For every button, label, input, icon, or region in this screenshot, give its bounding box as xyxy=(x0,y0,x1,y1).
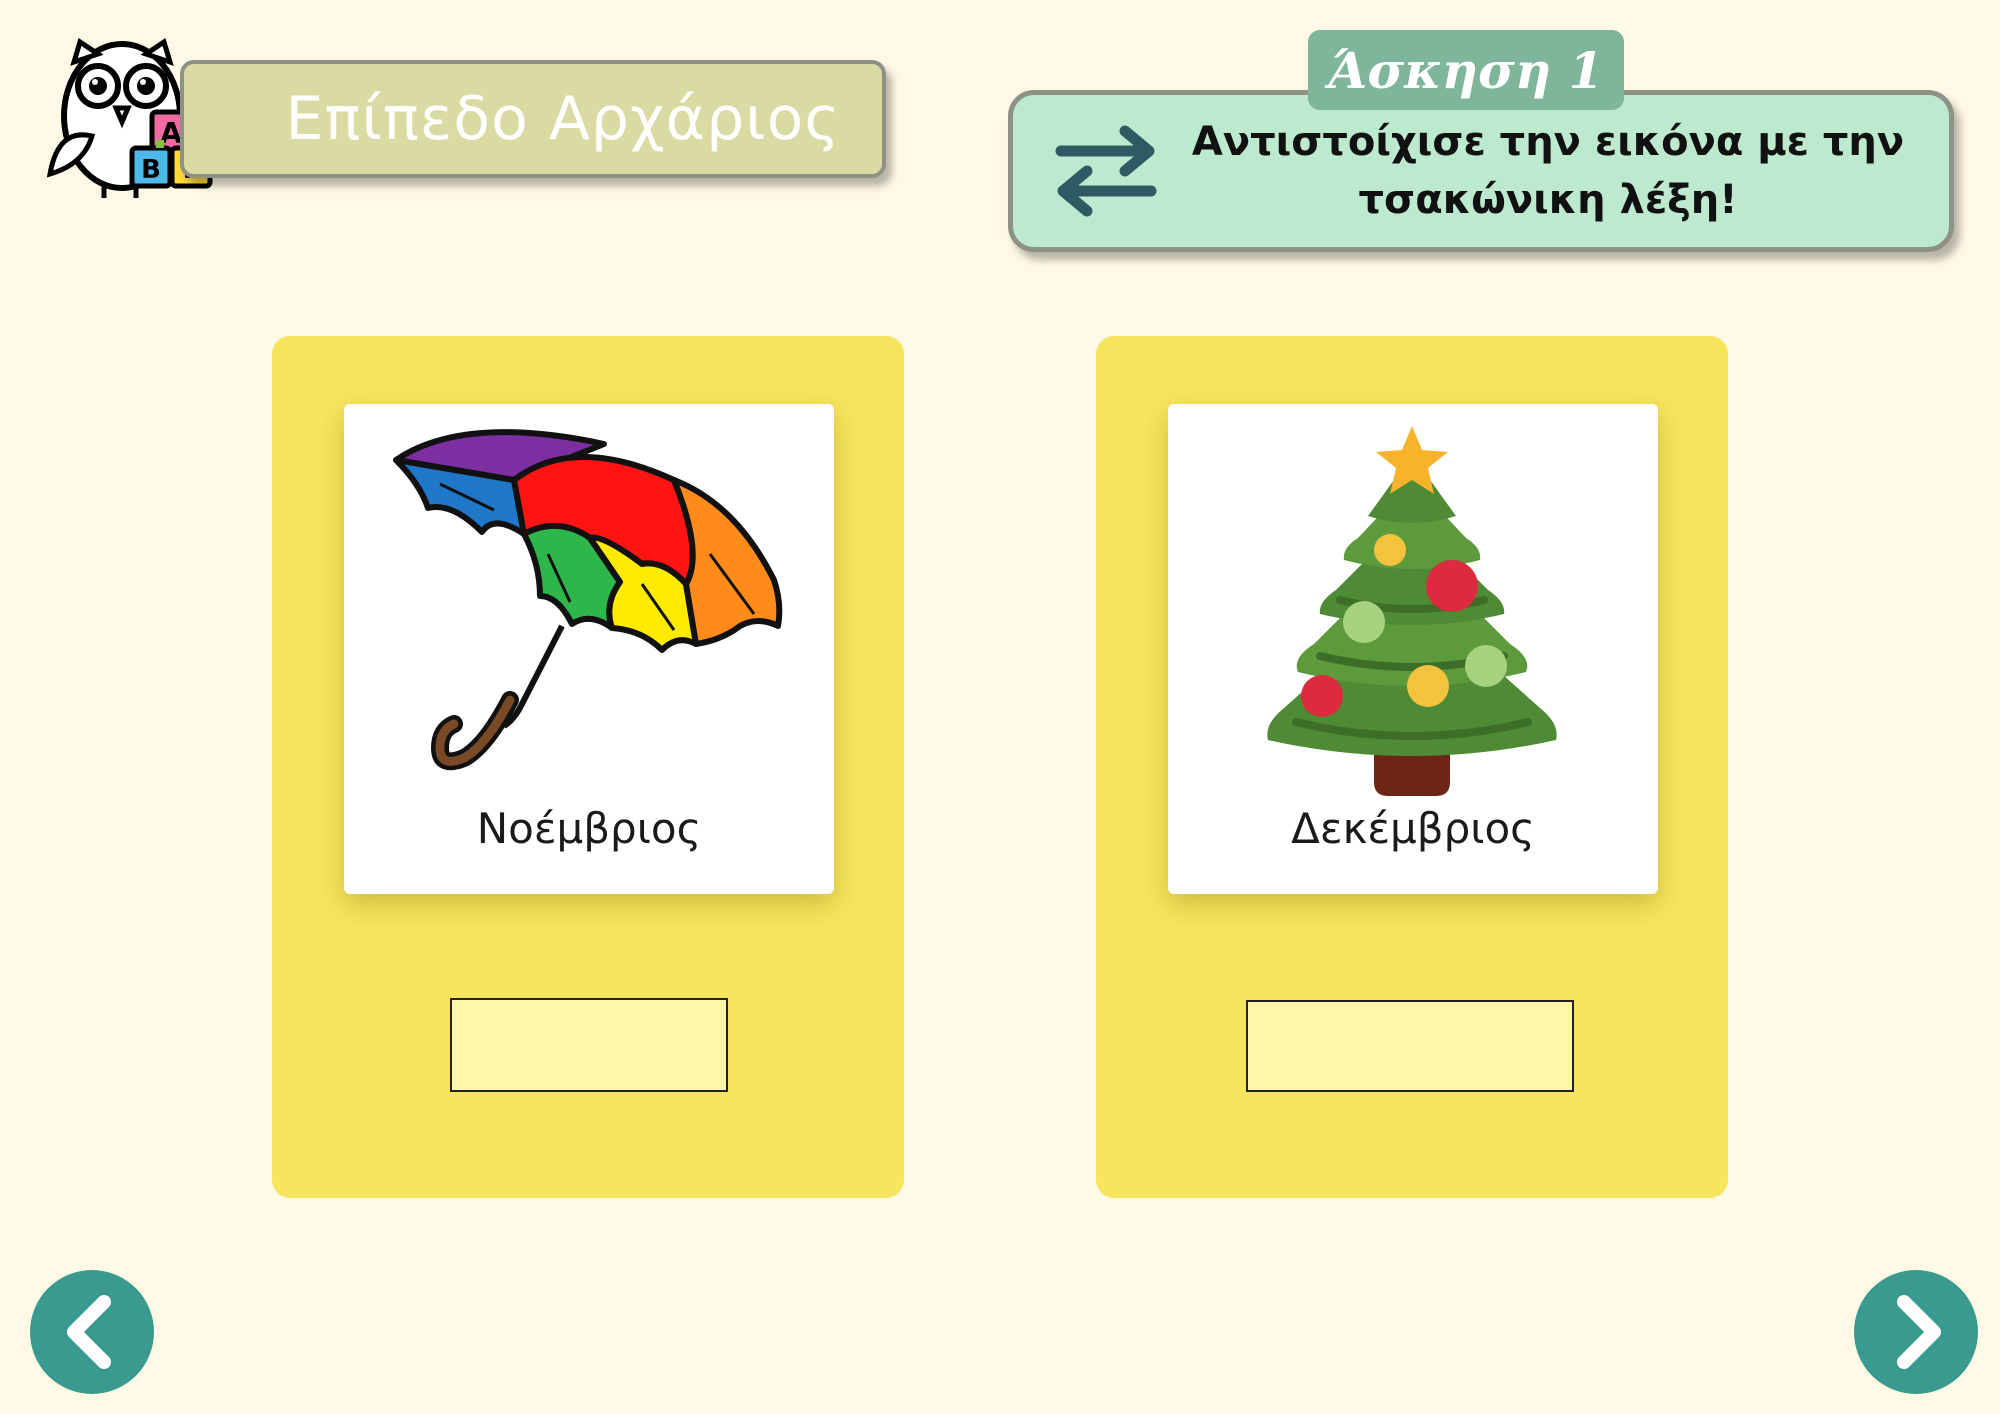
svg-text:Β: Β xyxy=(141,155,161,185)
picture-label: Νοέμβριος xyxy=(476,804,702,853)
match-card: Νοέμβριος xyxy=(272,336,904,1198)
picture-label: Δεκέμβριος xyxy=(1291,804,1535,853)
swap-arrows-icon xyxy=(1051,125,1161,217)
picture-card-christmas-tree[interactable]: Δεκέμβριος xyxy=(1168,404,1658,894)
exercise-tag: Άσκηση 1 xyxy=(1308,30,1624,110)
picture-card-umbrella[interactable]: Νοέμβριος xyxy=(344,404,834,894)
level-title: Επίπεδο Αρχάριος xyxy=(285,84,841,154)
answer-drop-slot[interactable] xyxy=(450,998,728,1092)
answer-drop-slot[interactable] xyxy=(1246,1000,1574,1092)
previous-button[interactable] xyxy=(30,1270,154,1394)
chevron-right-icon xyxy=(1897,1295,1941,1369)
exercise-number-label: Άσκηση 1 xyxy=(1328,40,1604,100)
next-button[interactable] xyxy=(1854,1270,1978,1394)
level-banner: Επίπεδο Αρχάριος xyxy=(180,60,886,178)
instruction-text: Αντιστοίχισε την εικόνα με την τσακώνικη… xyxy=(1191,119,1905,223)
chevron-left-icon xyxy=(67,1295,111,1369)
match-card: Δεκέμβριος xyxy=(1096,336,1728,1198)
instruction-box: Αντιστοίχισε την εικόνα με την τσακώνικη… xyxy=(1008,90,1954,252)
